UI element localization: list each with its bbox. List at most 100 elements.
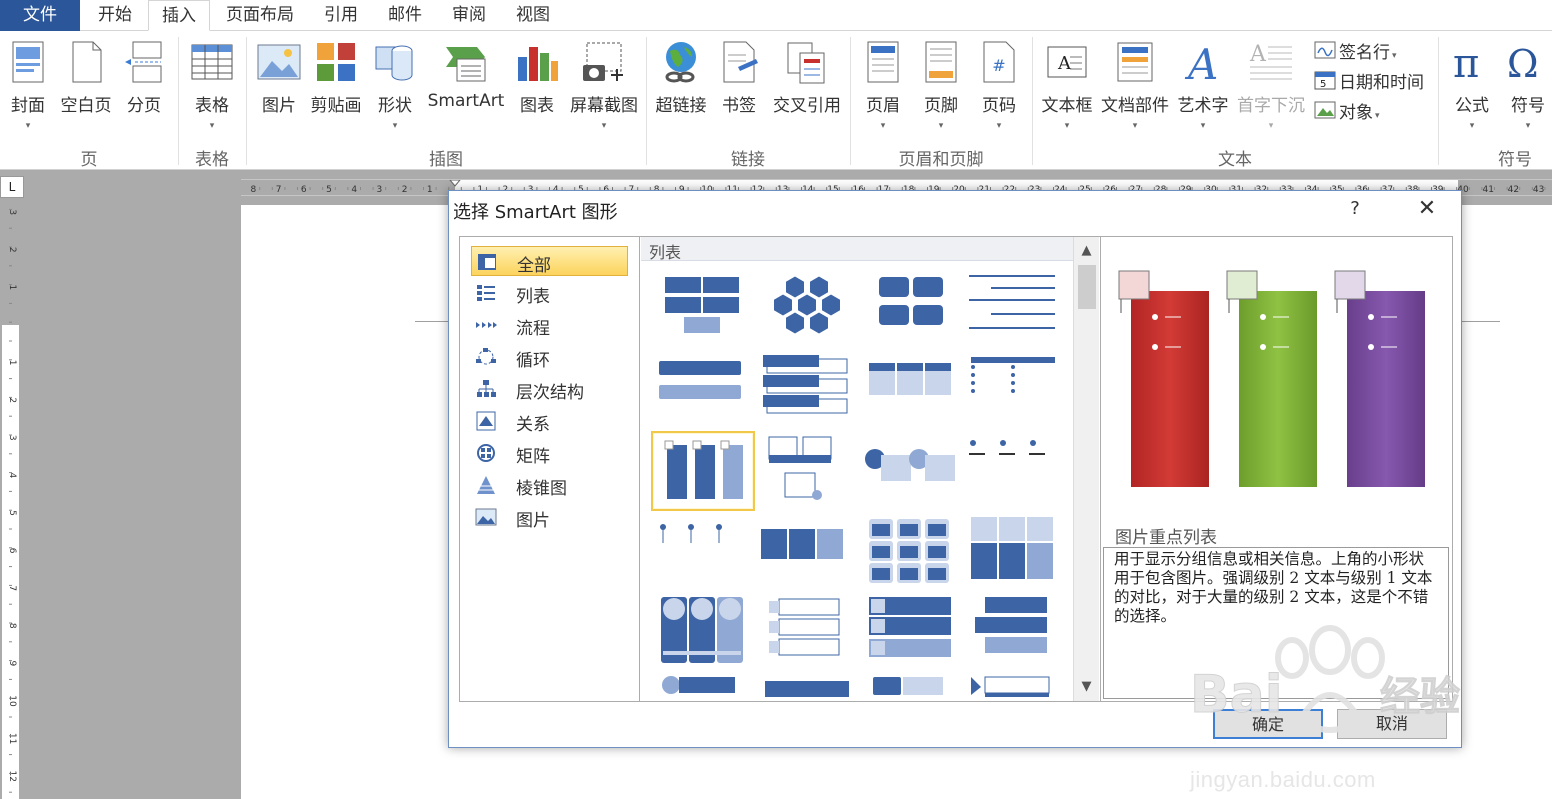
chart-button[interactable]: 图表 — [512, 35, 562, 135]
category-hierarchy[interactable]: 层次结构 — [471, 374, 628, 404]
clipart-button[interactable]: 剪贴画 — [308, 35, 364, 135]
page-number-button[interactable]: # 页码 ▾ — [974, 35, 1024, 135]
tab-file[interactable]: 文件 — [0, 0, 80, 31]
scroll-down-button[interactable]: ▼ — [1074, 675, 1099, 699]
category-all[interactable]: 全部 — [471, 246, 628, 276]
category-relationship[interactable]: 关系 — [471, 406, 628, 436]
equation-label: 公式 — [1455, 96, 1489, 116]
textbox-button[interactable]: A 文本框 ▾ — [1038, 35, 1096, 135]
vertical-ruler[interactable]: 3 2 1 1 2 3 4 5 6 7 8 9 10 11 12 — [2, 200, 19, 799]
tab-review[interactable]: 审阅 — [438, 0, 500, 31]
symbol-button[interactable]: Ω 符号 ▾ — [1504, 35, 1552, 135]
layout-thumbnail[interactable] — [963, 593, 1067, 673]
preview-column-green — [1226, 270, 1317, 487]
layout-gallery: 列表 ▲ ▼ — [641, 237, 1099, 701]
hyperlink-globe-icon — [665, 42, 696, 83]
hyperlink-button[interactable]: 超链接 — [652, 35, 710, 135]
gallery-scrollbar[interactable]: ▲ ▼ — [1073, 237, 1099, 701]
layout-thumbnail[interactable] — [963, 349, 1067, 429]
textbox-icon: A — [1047, 46, 1087, 78]
ruler-tick-label: 3 — [7, 209, 17, 215]
layout-thumbnail[interactable] — [651, 269, 755, 349]
scroll-up-button[interactable]: ▲ — [1074, 239, 1099, 263]
category-label: 矩阵 — [516, 447, 550, 467]
layout-preview — [1118, 270, 1425, 487]
ruler-tick-label: 2 — [402, 185, 408, 195]
omega-icon: Ω — [1507, 42, 1539, 85]
quick-parts-icon — [1117, 42, 1153, 82]
layout-thumbnail-graphic — [768, 436, 832, 500]
layout-thumbnail-graphic — [662, 676, 735, 694]
scroll-thumb[interactable] — [1078, 265, 1096, 309]
layout-thumbnail[interactable] — [755, 269, 859, 349]
category-cycle[interactable]: 循环 — [471, 342, 628, 372]
screenshot-button[interactable]: 屏幕截图 ▾ — [566, 35, 642, 135]
header-button[interactable]: 页眉 ▾ — [858, 35, 908, 135]
layout-thumbnail[interactable] — [651, 349, 755, 429]
layout-thumbnail[interactable] — [755, 349, 859, 429]
layout-thumbnail[interactable] — [755, 513, 859, 593]
tab-mailings[interactable]: 邮件 — [374, 0, 436, 31]
bookmark-button[interactable]: 书签 — [714, 35, 764, 135]
tab-view[interactable]: 视图 — [502, 0, 564, 31]
tab-home[interactable]: 开始 — [84, 0, 146, 31]
category-process[interactable]: 流程 — [471, 310, 628, 340]
cross-reference-button[interactable]: 交叉引用 — [768, 35, 846, 135]
layout-thumbnail[interactable] — [963, 431, 1067, 511]
layout-thumbnail[interactable] — [859, 673, 963, 699]
shapes-button[interactable]: 形状 ▾ — [370, 35, 420, 135]
layout-thumbnail[interactable] — [651, 513, 755, 593]
group-tables-label: 表格 — [195, 150, 229, 170]
chevron-down-icon: ▾ — [1132, 121, 1138, 131]
layout-thumbnail[interactable] — [755, 431, 859, 511]
layout-thumbnail[interactable] — [755, 593, 859, 673]
group-pages-label: 页 — [80, 150, 98, 170]
category-matrix[interactable]: 矩阵 — [471, 438, 628, 468]
category-list-item[interactable]: 列表 — [471, 278, 628, 308]
layout-thumbnail[interactable] — [859, 513, 963, 593]
layout-thumbnail-graphic — [661, 597, 743, 663]
page-break-button[interactable]: 分页 — [120, 35, 168, 135]
smartart-button[interactable]: SmartArt — [424, 35, 508, 135]
signature-line-label: 签名行 — [1339, 43, 1390, 63]
help-button[interactable]: ? — [1340, 195, 1370, 223]
category-label: 全部 — [517, 256, 551, 276]
table-button[interactable]: 表格 ▾ — [186, 35, 238, 135]
page-break-icon — [125, 41, 162, 83]
layout-thumbnail[interactable] — [859, 593, 963, 673]
tab-selector[interactable]: L — [0, 176, 24, 198]
layout-thumbnail[interactable] — [859, 431, 963, 511]
layout-thumbnail[interactable] — [859, 269, 963, 349]
layout-thumbnail-selected[interactable] — [651, 431, 755, 511]
tab-references[interactable]: 引用 — [310, 0, 372, 31]
ruler-tick-label: 8 — [251, 185, 257, 195]
layout-thumbnail[interactable] — [963, 673, 1067, 699]
tab-insert[interactable]: 插入 — [148, 0, 210, 31]
gallery-header: 列表 — [641, 237, 1073, 262]
layout-thumbnail-graphic — [765, 681, 849, 697]
ruler-tick-label: 10 — [7, 695, 17, 707]
layout-thumbnail-graphic — [865, 449, 955, 481]
pi-icon: π — [1453, 41, 1479, 85]
layout-thumbnail[interactable] — [651, 673, 755, 699]
smartart-icon — [446, 47, 486, 82]
layout-thumbnail[interactable] — [755, 673, 859, 699]
cover-page-button[interactable]: 封面 ▾ — [4, 35, 52, 135]
close-button[interactable]: ✕ — [1409, 195, 1445, 223]
drop-cap-button[interactable]: A 首字下沉 ▾ — [1234, 35, 1308, 135]
equation-button[interactable]: π 公式 ▾ — [1446, 35, 1498, 135]
chevron-down-icon: ▾ — [1375, 111, 1380, 121]
layout-thumbnail[interactable] — [963, 513, 1067, 593]
picture-button[interactable]: 图片 — [254, 35, 304, 135]
wordart-button[interactable]: A 艺术字 ▾ — [1174, 35, 1232, 135]
category-picture[interactable]: 图片 — [471, 502, 628, 532]
clipart-icon — [317, 43, 355, 81]
layout-thumbnail[interactable] — [859, 349, 963, 429]
layout-thumbnail[interactable] — [651, 593, 755, 673]
tab-page-layout[interactable]: 页面布局 — [212, 0, 308, 31]
blank-page-button[interactable]: 空白页 — [56, 35, 116, 135]
category-pyramid[interactable]: 棱锥图 — [471, 470, 628, 500]
layout-thumbnail[interactable] — [963, 269, 1067, 349]
quick-parts-button[interactable]: 文档部件 ▾ — [1100, 35, 1170, 135]
footer-button[interactable]: 页脚 ▾ — [916, 35, 966, 135]
